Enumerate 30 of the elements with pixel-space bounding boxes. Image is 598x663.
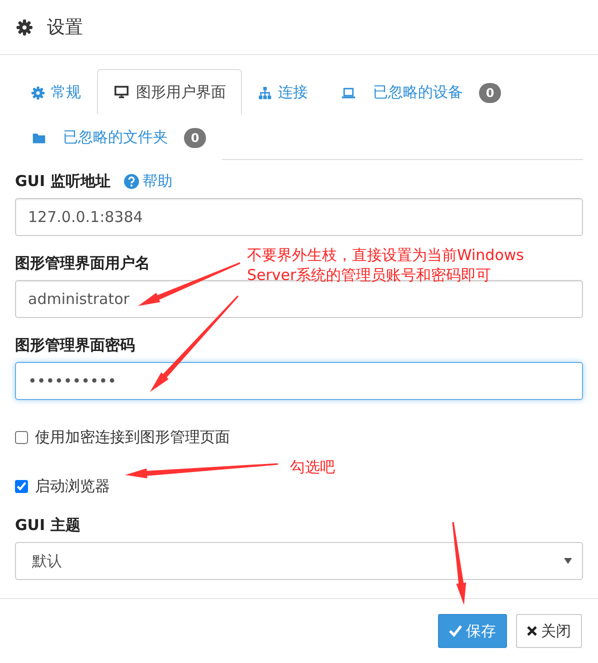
text-field[interactable]: ••••••••••: [15, 362, 583, 400]
text-field[interactable]: 127.0.0.1:8384: [15, 198, 583, 236]
field-label: GUI 监听地址: [15, 172, 110, 191]
caret-icon: [564, 558, 572, 564]
hierarchy-icon: [258, 86, 272, 100]
theme-dropdown[interactable]: 默认: [15, 542, 583, 580]
monitor-icon: [113, 85, 130, 99]
count-badge: 0: [184, 128, 206, 148]
tab[interactable]: 图形用户界面: [97, 69, 242, 115]
gear-icon: [31, 86, 45, 100]
checkbox-option[interactable]: 启动浏览器: [15, 477, 583, 496]
checkbox-label: 启动浏览器: [35, 477, 110, 496]
tab[interactable]: 已忽略的文件夹 0: [15, 114, 222, 160]
field-label: GUI 主题: [15, 516, 80, 535]
laptop-icon: [340, 86, 357, 100]
gear-icon: [16, 18, 33, 36]
close-button[interactable]: 关闭: [516, 614, 582, 648]
checkbox-label: 使用加密连接到图形管理页面: [35, 428, 230, 447]
checkbox-option[interactable]: 使用加密连接到图形管理页面: [15, 428, 583, 447]
close-icon: [527, 626, 537, 636]
annotation-text: 勾选吧: [290, 457, 335, 477]
check-icon: [449, 625, 462, 637]
checkbox[interactable]: [15, 480, 28, 493]
field-label: 图形管理界面密码: [15, 336, 135, 355]
field-label: 图形管理界面用户名: [15, 254, 150, 273]
help-icon: [124, 174, 140, 189]
dialog-title: 设置: [47, 16, 83, 39]
count-badge: 0: [479, 82, 501, 102]
checkbox[interactable]: [15, 431, 28, 444]
folder-icon: [31, 130, 47, 144]
